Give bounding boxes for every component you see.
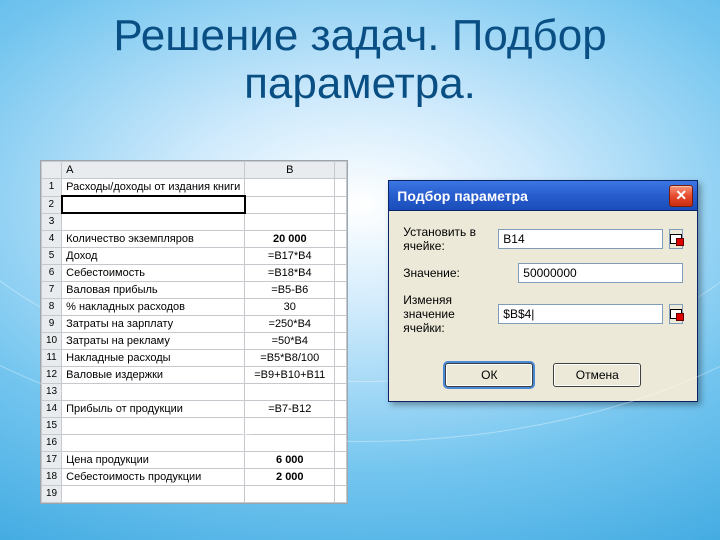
dialog-body: Установить в ячейке: Значение: Изменяя з…	[389, 211, 697, 355]
table-row: 13	[42, 383, 347, 400]
table-row: 16	[42, 434, 347, 451]
ok-button[interactable]: ОК	[445, 363, 533, 387]
table-row: 17Цена продукции6 000	[42, 451, 347, 468]
title-line-1: Решение задач. Подбор	[113, 11, 606, 60]
collapse-icon	[670, 309, 682, 319]
input-changing[interactable]	[498, 304, 663, 324]
table-row: 4Количество экземпляров20 000	[42, 230, 347, 247]
close-icon: ✕	[675, 187, 687, 204]
slide-title: Решение задач. Подбор параметра.	[0, 12, 720, 109]
table-row: 12Валовые издержки=B9+B10+B11	[42, 366, 347, 383]
table-row: 7Валовая прибыль=B5-B6	[42, 281, 347, 298]
row-setcell: Установить в ячейке:	[403, 225, 683, 253]
corner-cell[interactable]	[42, 162, 62, 179]
ref-button-changing[interactable]	[669, 304, 683, 324]
table-row: 9Затраты на зарплату=250*B4	[42, 315, 347, 332]
table-row: 14Прибыль от продукции=B7-B12	[42, 400, 347, 417]
table-row: 2	[42, 196, 347, 213]
label-value: Значение:	[403, 266, 512, 280]
collapse-icon	[670, 234, 682, 244]
table-row: 11Накладные расходы=B5*B8/100	[42, 349, 347, 366]
content-area: A B 1Расходы/доходы от издания книги 2 3…	[40, 160, 698, 504]
spreadsheet: A B 1Расходы/доходы от издания книги 2 3…	[40, 160, 348, 504]
slide: Решение задач. Подбор параметра. A B 1Ра…	[0, 0, 720, 540]
table-row: 5Доход=B17*B4	[42, 247, 347, 264]
close-button[interactable]: ✕	[669, 185, 693, 207]
row-value: Значение:	[403, 263, 683, 283]
dialog-titlebar[interactable]: Подбор параметра ✕	[389, 181, 697, 211]
col-header-a[interactable]: A	[62, 162, 245, 179]
table-row: 19	[42, 485, 347, 502]
label-setcell: Установить в ячейке:	[403, 225, 492, 253]
cancel-button[interactable]: Отмена	[553, 363, 641, 387]
dialog-title: Подбор параметра	[397, 188, 528, 204]
table-row: 10Затраты на рекламу=50*B4	[42, 332, 347, 349]
row-changing: Изменяя значение ячейки:	[403, 293, 683, 335]
dialog-buttons: ОК Отмена	[389, 355, 697, 401]
input-setcell[interactable]	[498, 229, 663, 249]
table-row: 3	[42, 213, 347, 230]
col-header-c[interactable]	[335, 162, 347, 179]
goal-seek-dialog: Подбор параметра ✕ Установить в ячейке: …	[388, 180, 698, 402]
ref-button-setcell[interactable]	[669, 229, 683, 249]
selected-cell[interactable]	[62, 196, 245, 213]
input-value[interactable]	[518, 263, 683, 283]
table-row: 1Расходы/доходы от издания книги	[42, 179, 347, 197]
label-changing: Изменяя значение ячейки:	[403, 293, 492, 335]
table-row: 8% накладных расходов30	[42, 298, 347, 315]
col-header-b[interactable]: B	[245, 162, 335, 179]
table-row: 6Себестоимость=B18*B4	[42, 264, 347, 281]
table-row: 15	[42, 417, 347, 434]
table-row: 18Себестоимость продукции2 000	[42, 468, 347, 485]
title-line-2: параметра.	[244, 59, 476, 108]
